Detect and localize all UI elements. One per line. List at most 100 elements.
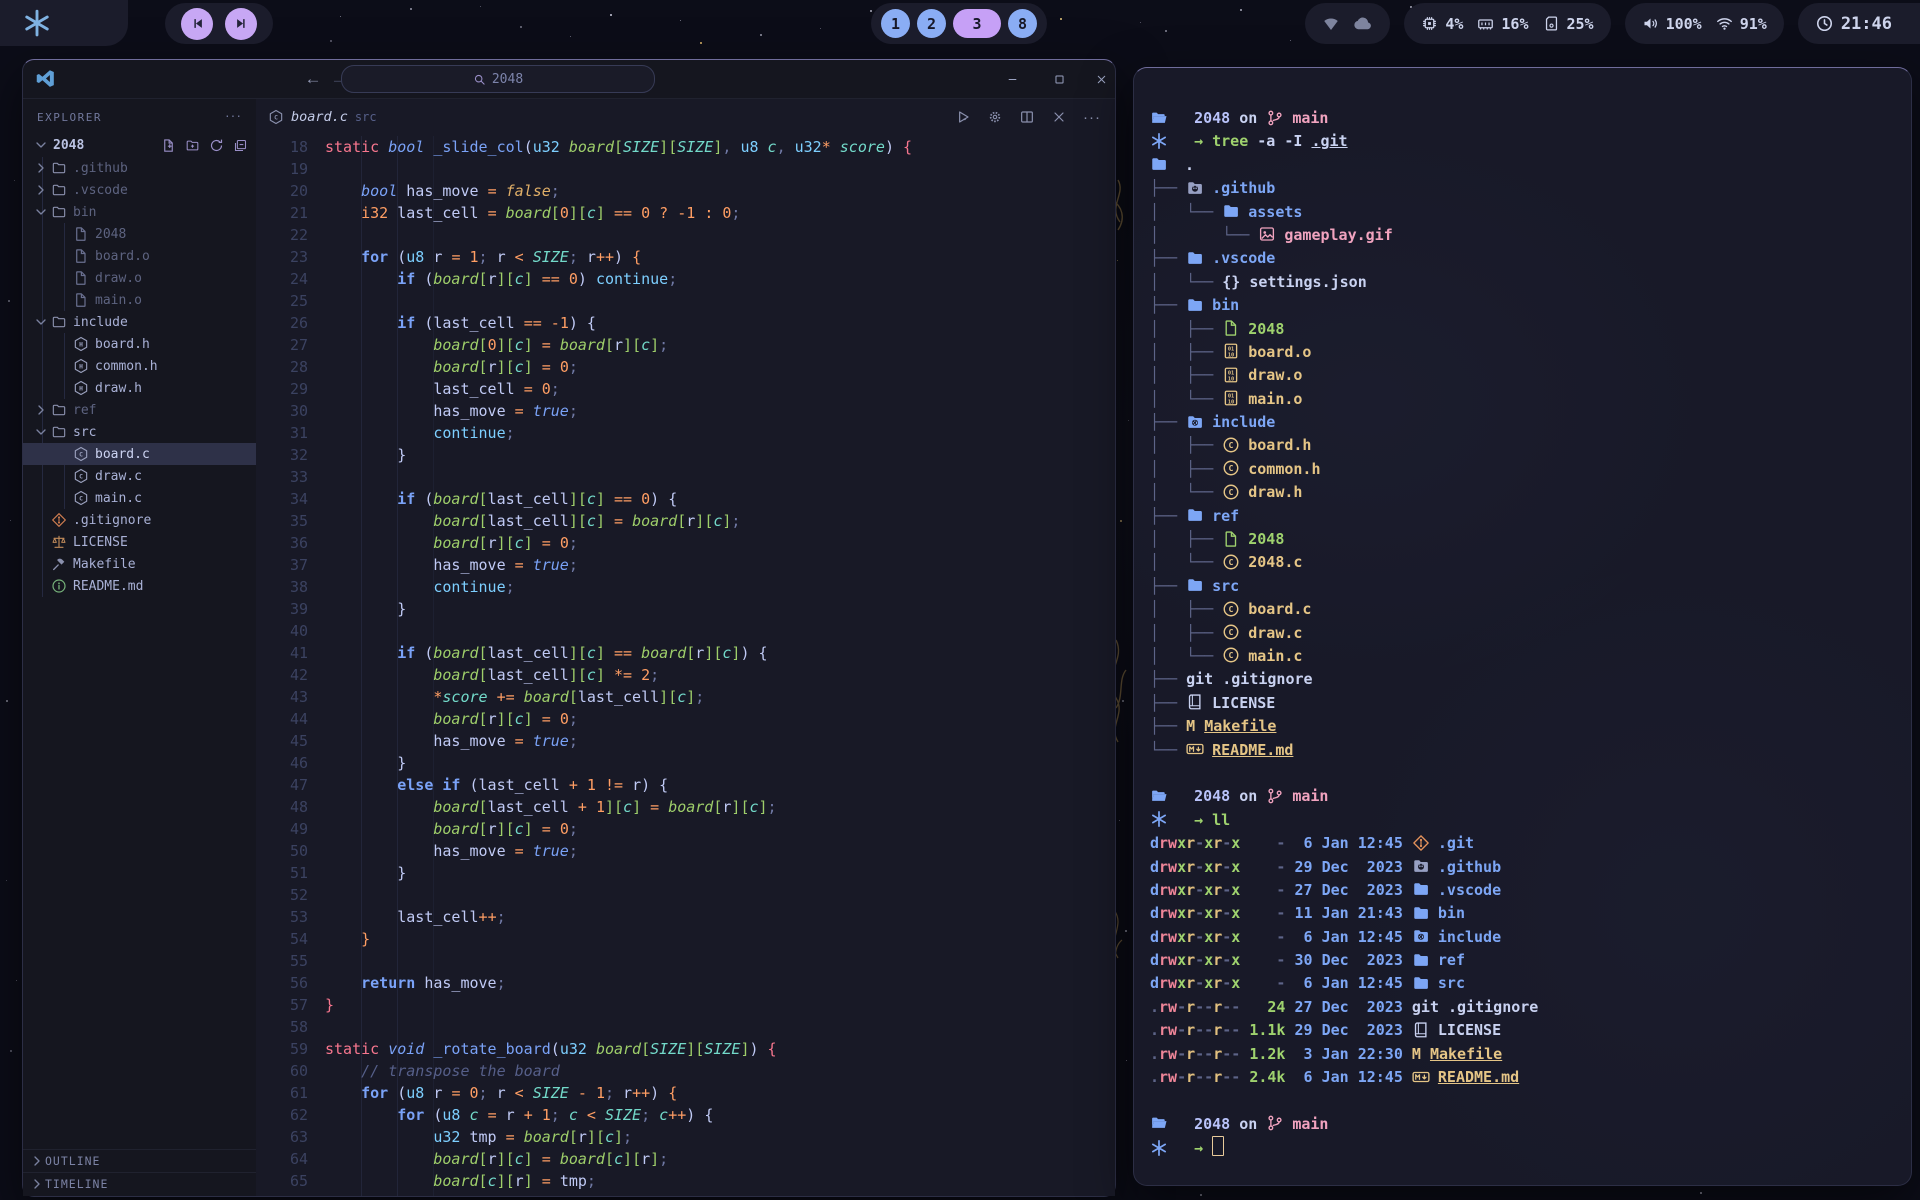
code-line-22[interactable]: 22 bbox=[256, 224, 1115, 246]
explorer-item-bin[interactable]: bin bbox=[23, 201, 256, 223]
explorer-item-include[interactable]: include bbox=[23, 311, 256, 333]
code-line-33[interactable]: 33 bbox=[256, 466, 1115, 488]
code-line-37[interactable]: 37 has_move = true; bbox=[256, 554, 1115, 576]
code-line-29[interactable]: 29 last_cell = 0; bbox=[256, 378, 1115, 400]
settings-gear-button[interactable] bbox=[987, 109, 1003, 125]
maximize-button[interactable] bbox=[1048, 68, 1070, 90]
code-line-44[interactable]: 44 board[r][c] = 0; bbox=[256, 708, 1115, 730]
terminal-window[interactable]: 2048 on main → tree -a -I .git .├── .git… bbox=[1133, 67, 1912, 1186]
explorer-item-src[interactable]: src bbox=[23, 421, 256, 443]
code-line-63[interactable]: 63 u32 tmp = board[r][c]; bbox=[256, 1126, 1115, 1148]
code-line-30[interactable]: 30 has_move = true; bbox=[256, 400, 1115, 422]
code-line-45[interactable]: 45 has_move = true; bbox=[256, 730, 1115, 752]
outline-panel-header[interactable]: OUTLINE bbox=[23, 1149, 256, 1172]
code-line-47[interactable]: 47 else if (last_cell + 1 != r) { bbox=[256, 774, 1115, 796]
timeline-panel-header[interactable]: TIMELINE bbox=[23, 1172, 256, 1195]
explorer-item-board.c[interactable]: board.c bbox=[23, 443, 256, 465]
code-line-26[interactable]: 26 if (last_cell == -1) { bbox=[256, 312, 1115, 334]
new-folder-button[interactable] bbox=[185, 138, 200, 153]
code-line-34[interactable]: 34 if (board[last_cell][c] == 0) { bbox=[256, 488, 1115, 510]
code-line-21[interactable]: 21 i32 last_cell = board[0][c] == 0 ? -1… bbox=[256, 202, 1115, 224]
nix-logo-pill[interactable] bbox=[0, 0, 128, 46]
cloud-icon[interactable] bbox=[1352, 13, 1373, 34]
workspace-8[interactable]: 8 bbox=[1008, 9, 1037, 38]
workspace-3[interactable]: 3 bbox=[953, 9, 1001, 38]
code-line-54[interactable]: 54 } bbox=[256, 928, 1115, 950]
explorer-item-draw.c[interactable]: draw.c bbox=[23, 465, 256, 487]
code-line-24[interactable]: 24 if (board[r][c] == 0) continue; bbox=[256, 268, 1115, 290]
code-line-57[interactable]: 57} bbox=[256, 994, 1115, 1016]
explorer-title[interactable]: EXPLORER bbox=[37, 111, 102, 124]
code-line-49[interactable]: 49 board[r][c] = 0; bbox=[256, 818, 1115, 840]
minimize-button[interactable] bbox=[1001, 68, 1023, 90]
explorer-item-main.o[interactable]: main.o bbox=[23, 289, 256, 311]
explorer-item-.vscode[interactable]: .vscode bbox=[23, 179, 256, 201]
code-line-27[interactable]: 27 board[0][c] = board[r][c]; bbox=[256, 334, 1115, 356]
code-line-25[interactable]: 25 bbox=[256, 290, 1115, 312]
split-editor-button[interactable] bbox=[1019, 109, 1035, 125]
explorer-item-README.md[interactable]: README.md bbox=[23, 575, 256, 597]
code-line-36[interactable]: 36 board[r][c] = 0; bbox=[256, 532, 1115, 554]
code-line-38[interactable]: 38 continue; bbox=[256, 576, 1115, 598]
explorer-item-board.o[interactable]: board.o bbox=[23, 245, 256, 267]
code-line-23[interactable]: 23 for (u8 r = 1; r < SIZE; r++) { bbox=[256, 246, 1115, 268]
explorer-root-folder[interactable]: 2048 bbox=[23, 133, 256, 157]
explorer-more-button[interactable]: ··· bbox=[225, 107, 242, 123]
code-line-43[interactable]: 43 *score += board[last_cell][c]; bbox=[256, 686, 1115, 708]
workspace-1[interactable]: 1 bbox=[881, 9, 910, 38]
code-line-60[interactable]: 60 // transpose the board bbox=[256, 1060, 1115, 1082]
code-line-55[interactable]: 55 bbox=[256, 950, 1115, 972]
code-line-59[interactable]: 59static void _rotate_board(u32 board[SI… bbox=[256, 1038, 1115, 1060]
code-line-51[interactable]: 51 } bbox=[256, 862, 1115, 884]
code-line-56[interactable]: 56 return has_move; bbox=[256, 972, 1115, 994]
command-center-search[interactable]: 2048 bbox=[341, 65, 655, 93]
volume-stat[interactable]: 100% bbox=[1642, 15, 1702, 33]
code-line-18[interactable]: 18static bool _slide_col(u32 board[SIZE]… bbox=[256, 136, 1115, 158]
explorer-item-board.h[interactable]: board.h bbox=[23, 333, 256, 355]
code-area[interactable]: 18static bool _slide_col(u32 board[SIZE]… bbox=[256, 136, 1115, 1192]
code-line-32[interactable]: 32 } bbox=[256, 444, 1115, 466]
editor-more-button[interactable]: ··· bbox=[1083, 109, 1101, 126]
collapse-folders-button[interactable] bbox=[233, 138, 248, 153]
nav-back-button[interactable]: ← bbox=[301, 67, 325, 91]
code-line-58[interactable]: 58 bbox=[256, 1016, 1115, 1038]
code-line-19[interactable]: 19 bbox=[256, 158, 1115, 180]
code-line-65[interactable]: 65 board[c][r] = tmp; bbox=[256, 1170, 1115, 1192]
explorer-item-.gitignore[interactable]: .gitignore bbox=[23, 509, 256, 531]
run-file-button[interactable] bbox=[955, 109, 971, 125]
close-button[interactable] bbox=[1090, 68, 1112, 90]
explorer-item-.github[interactable]: .github bbox=[23, 157, 256, 179]
explorer-item-ref[interactable]: ref bbox=[23, 399, 256, 421]
explorer-item-main.c[interactable]: main.c bbox=[23, 487, 256, 509]
wifi-stat[interactable]: 91% bbox=[1716, 15, 1767, 33]
explorer-item-Makefile[interactable]: Makefile bbox=[23, 553, 256, 575]
code-line-46[interactable]: 46 } bbox=[256, 752, 1115, 774]
code-line-28[interactable]: 28 board[r][c] = 0; bbox=[256, 356, 1115, 378]
code-line-62[interactable]: 62 for (u8 c = r + 1; c < SIZE; c++) { bbox=[256, 1104, 1115, 1126]
code-line-52[interactable]: 52 bbox=[256, 884, 1115, 906]
explorer-item-common.h[interactable]: common.h bbox=[23, 355, 256, 377]
refresh-explorer-button[interactable] bbox=[209, 138, 224, 153]
tab-board-c[interactable]: board.c src bbox=[268, 109, 377, 125]
code-line-40[interactable]: 40 bbox=[256, 620, 1115, 642]
code-line-42[interactable]: 42 board[last_cell][c] *= 2; bbox=[256, 664, 1115, 686]
code-line-61[interactable]: 61 for (u8 r = 0; r < SIZE - 1; r++) { bbox=[256, 1082, 1115, 1104]
explorer-item-draw.h[interactable]: draw.h bbox=[23, 377, 256, 399]
media-next-button[interactable] bbox=[225, 8, 257, 40]
code-line-39[interactable]: 39 } bbox=[256, 598, 1115, 620]
close-editor-button[interactable] bbox=[1051, 109, 1067, 125]
code-line-50[interactable]: 50 has_move = true; bbox=[256, 840, 1115, 862]
workspace-2[interactable]: 2 bbox=[917, 9, 946, 38]
code-line-64[interactable]: 64 board[r][c] = board[c][r]; bbox=[256, 1148, 1115, 1170]
code-line-53[interactable]: 53 last_cell++; bbox=[256, 906, 1115, 928]
vpn-signal-icon[interactable] bbox=[1322, 15, 1340, 33]
explorer-item-LICENSE[interactable]: LICENSE bbox=[23, 531, 256, 553]
code-line-20[interactable]: 20 bool has_move = false; bbox=[256, 180, 1115, 202]
code-line-48[interactable]: 48 board[last_cell + 1][c] = board[r][c]… bbox=[256, 796, 1115, 818]
explorer-item-draw.o[interactable]: draw.o bbox=[23, 267, 256, 289]
media-prev-button[interactable] bbox=[181, 8, 213, 40]
new-file-button[interactable] bbox=[161, 138, 176, 153]
code-line-41[interactable]: 41 if (board[last_cell][c] == board[r][c… bbox=[256, 642, 1115, 664]
code-line-35[interactable]: 35 board[last_cell][c] = board[r][c]; bbox=[256, 510, 1115, 532]
explorer-item-2048[interactable]: 2048 bbox=[23, 223, 256, 245]
